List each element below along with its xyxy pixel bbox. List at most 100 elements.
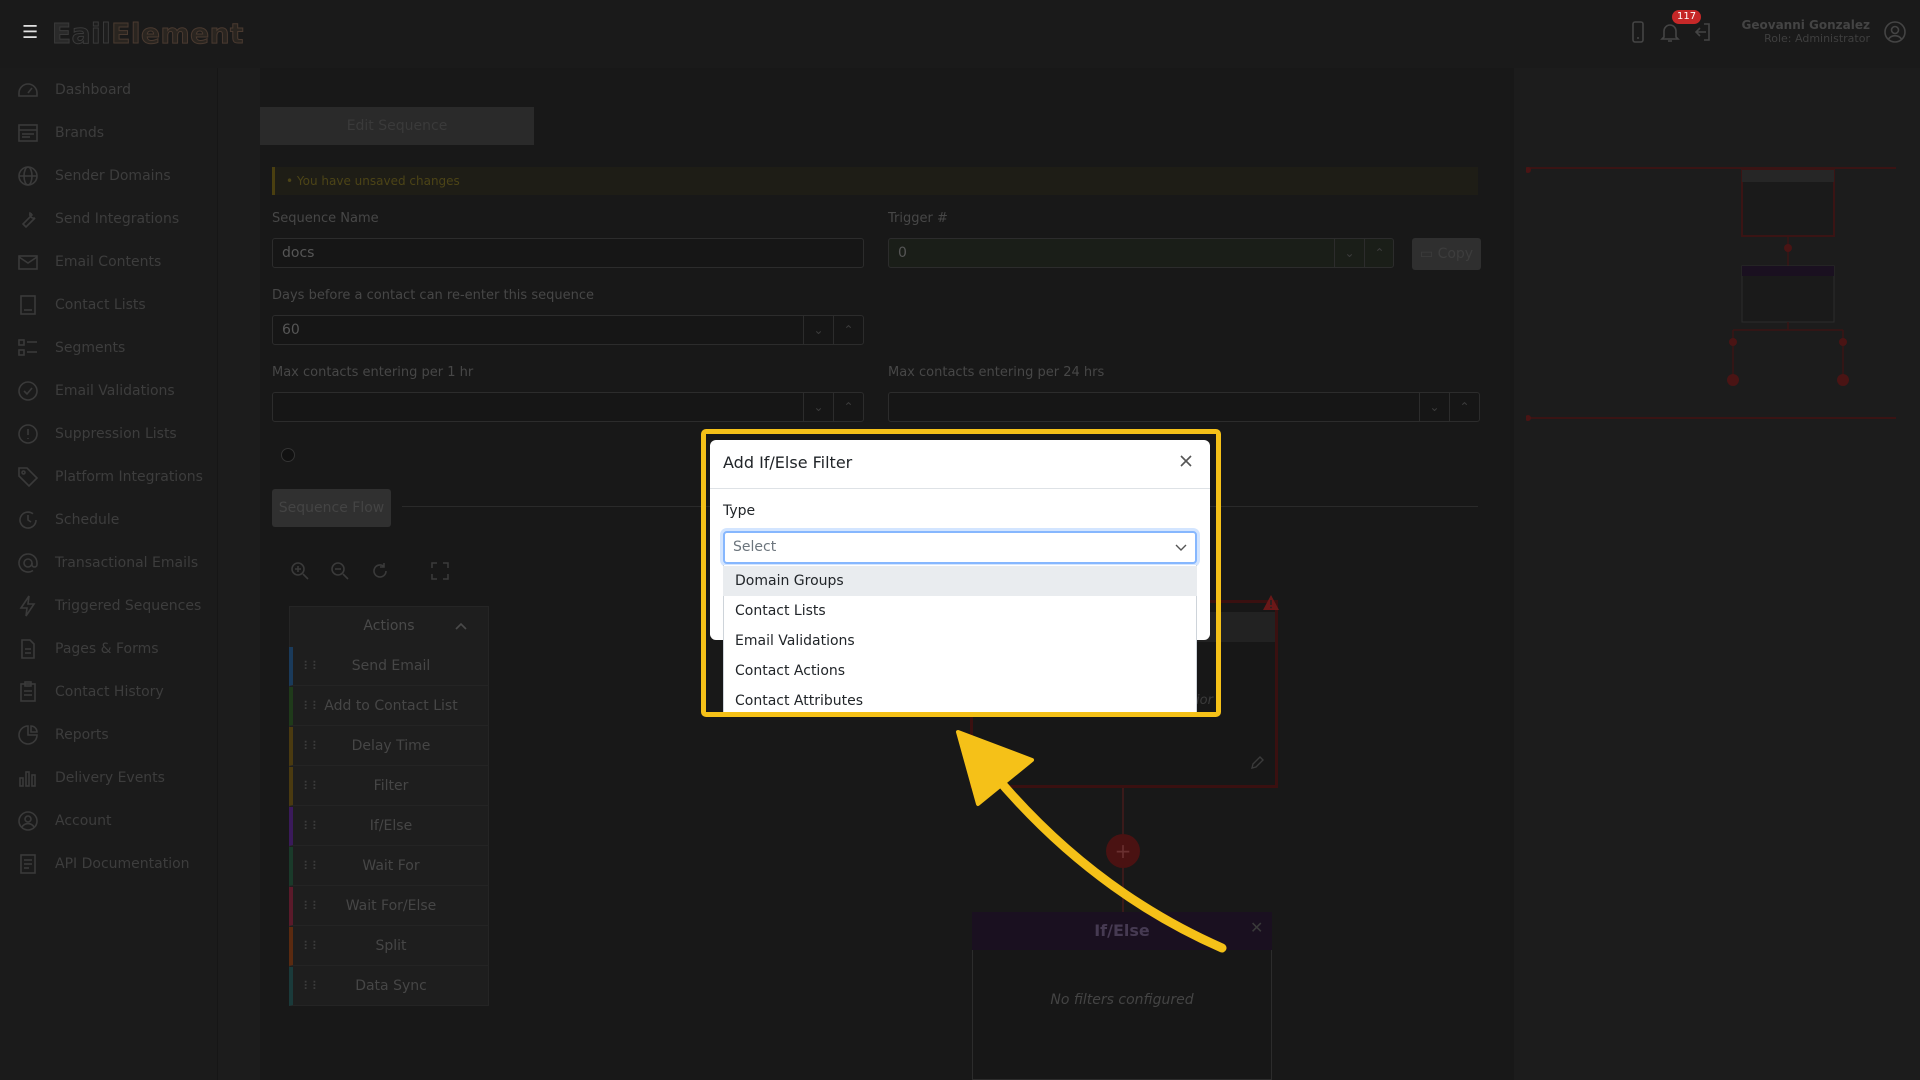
annotation-arrow: [956, 730, 1227, 953]
sidebar-item-brands[interactable]: Brands: [0, 113, 218, 153]
segments-icon: [18, 339, 37, 356]
user-name: Geovanni Gonzalez: [1741, 18, 1870, 32]
action-item-label: Add to Contact List: [324, 698, 458, 714]
drag-handle-icon[interactable]: ⠇⠇: [303, 927, 321, 966]
account-icon: [18, 811, 38, 831]
drag-handle-icon[interactable]: ⠇⠇: [303, 687, 321, 726]
action-item[interactable]: ⠇⠇ Send Email: [289, 647, 489, 686]
trigger-increment-chevron-up-icon[interactable]: ⌃: [1364, 238, 1394, 268]
sidebar-item-label: Sender Domains: [55, 168, 171, 184]
reset-zoom-icon[interactable]: [368, 559, 392, 583]
sidebar-item-email-validations[interactable]: Email Validations: [0, 371, 218, 411]
ifelse-close-icon[interactable]: ✕: [1250, 918, 1263, 937]
logo-text-ail: ail: [71, 17, 112, 51]
reenter-decrement-chevron-down-icon[interactable]: ⌄: [803, 315, 833, 345]
action-item-label: Split: [375, 938, 407, 954]
action-item[interactable]: ⠇⠇ Data Sync: [289, 967, 489, 1006]
sidebar-item-contact-history[interactable]: Contact History: [0, 672, 218, 712]
action-item-label: Wait For/Else: [345, 898, 437, 914]
user-role: Role: Administrator: [1764, 32, 1870, 45]
sidebar-item-suppression-lists[interactable]: Suppression Lists: [0, 414, 218, 454]
sequence-name-label: Sequence Name: [272, 211, 379, 226]
sidebar-item-dashboard[interactable]: Dashboard: [0, 70, 218, 110]
action-item-label: Send Email: [351, 658, 431, 674]
sidebar-item-label: Segments: [55, 340, 126, 356]
action-item[interactable]: ⠇⠇ Wait For: [289, 847, 489, 886]
unsaved-warning-text: • You have unsaved changes: [286, 174, 460, 188]
sidebar-item-email-contents[interactable]: Email Contents: [0, 242, 218, 282]
drag-handle-icon[interactable]: ⠇⠇: [303, 647, 321, 686]
sidebar-item-segments[interactable]: Segments: [0, 328, 218, 368]
zoom-out-icon[interactable]: [328, 559, 352, 583]
logo-text-element: Element: [111, 17, 244, 51]
sidebar-item-reports[interactable]: Reports: [0, 715, 218, 755]
max-1hr-label: Max contacts entering per 1 hr: [272, 365, 474, 380]
copy-button[interactable]: ▭ Copy: [1412, 238, 1481, 270]
sidebar-item-account[interactable]: Account: [0, 801, 218, 841]
sidebar-item-sender-domains[interactable]: Sender Domains: [0, 156, 218, 196]
drag-handle-icon[interactable]: ⠇⠇: [303, 727, 321, 766]
sidebar-item-label: Send Integrations: [55, 211, 180, 227]
action-item[interactable]: ⠇⠇ Filter: [289, 767, 489, 806]
app-logo[interactable]: EailElement: [52, 17, 244, 51]
drag-handle-icon[interactable]: ⠇⠇: [303, 767, 321, 806]
sidebar-item-label: Delivery Events: [55, 770, 165, 786]
fullscreen-icon[interactable]: [428, 559, 452, 583]
sequence-flow-tab[interactable]: Sequence Flow: [272, 489, 391, 527]
action-item[interactable]: ⠇⠇ Wait For/Else: [289, 887, 489, 926]
page-icon: [21, 639, 35, 659]
max-1hr-increment-chevron-up-icon[interactable]: ⌃: [833, 392, 863, 422]
sidebar-item-label: Triggered Sequences: [55, 598, 202, 614]
action-item[interactable]: ⠇⠇ Split: [289, 927, 489, 966]
drag-handle-icon[interactable]: ⠇⠇: [303, 887, 321, 926]
sidebar-item-label: Contact History: [55, 684, 164, 700]
action-item-label: Wait For: [362, 858, 420, 874]
sidebar-item-triggered-sequences[interactable]: Triggered Sequences: [0, 586, 218, 626]
max-1hr-input[interactable]: [272, 392, 864, 422]
reenter-days-input[interactable]: 60: [272, 315, 864, 345]
history-icon: [20, 681, 36, 702]
sequence-name-input[interactable]: docs: [272, 238, 864, 268]
sidebar-item-delivery-events[interactable]: Delivery Events: [0, 758, 218, 798]
user-avatar-icon[interactable]: [1883, 20, 1907, 44]
trigger-decrement-chevron-down-icon[interactable]: ⌄: [1334, 238, 1364, 268]
action-item-label: Data Sync: [355, 978, 427, 994]
sidebar-item-api-documentation[interactable]: API Documentation: [0, 844, 218, 884]
sidebar-item-label: Account: [55, 813, 112, 829]
sidebar-item-pages-forms[interactable]: Pages & Forms: [0, 629, 218, 669]
help-icon[interactable]: [281, 448, 295, 462]
globe-icon: [18, 166, 38, 186]
actions-title: Actions: [363, 618, 415, 634]
sidebar-item-platform-integrations[interactable]: Platform Integrations: [0, 457, 218, 497]
action-item[interactable]: ⠇⠇ If/Else: [289, 807, 489, 846]
action-item[interactable]: ⠇⠇ Delay Time: [289, 727, 489, 766]
max-1hr-decrement-chevron-down-icon[interactable]: ⌄: [803, 392, 833, 422]
reenter-increment-chevron-up-icon[interactable]: ⌃: [833, 315, 863, 345]
drag-handle-icon[interactable]: ⠇⠇: [303, 967, 321, 1006]
action-item[interactable]: ⠇⠇ Add to Contact List: [289, 687, 489, 726]
sidebar-item-send-integrations[interactable]: Send Integrations: [0, 199, 218, 239]
zoom-in-icon[interactable]: [288, 559, 312, 583]
sidebar-item-transactional-emails[interactable]: Transactional Emails: [0, 543, 218, 583]
edit-sequence-tab[interactable]: Edit Sequence: [260, 107, 534, 145]
hamburger-menu-icon[interactable]: ☰: [22, 22, 38, 44]
sidebar-item-label: Transactional Emails: [55, 555, 199, 571]
exclamation-circle-icon: [18, 424, 38, 444]
sidebar-item-label: API Documentation: [55, 856, 190, 872]
trigger-input[interactable]: 0: [888, 238, 1394, 268]
sidebar-item-contact-lists[interactable]: Contact Lists: [0, 285, 218, 325]
sidebar: Dashboard Brands Sender Domains Send Int…: [0, 68, 218, 1080]
edit-pencil-icon[interactable]: [1250, 756, 1264, 770]
max-24hr-decrement-chevron-down-icon[interactable]: ⌄: [1419, 392, 1449, 422]
action-item-label: If/Else: [369, 818, 413, 834]
flow-minimap[interactable]: [1526, 160, 1896, 430]
chevron-up-icon[interactable]: [453, 618, 469, 634]
max-24hr-label: Max contacts entering per 24 hrs: [888, 365, 1105, 380]
max-24hr-increment-chevron-up-icon[interactable]: ⌃: [1449, 392, 1479, 422]
drag-handle-icon[interactable]: ⠇⠇: [303, 847, 321, 886]
sidebar-item-label: Reports: [55, 727, 109, 743]
max-24hr-input[interactable]: [888, 392, 1480, 422]
sidebar-item-schedule[interactable]: Schedule: [0, 500, 218, 540]
mobile-icon[interactable]: [1626, 20, 1650, 44]
drag-handle-icon[interactable]: ⠇⠇: [303, 807, 321, 846]
